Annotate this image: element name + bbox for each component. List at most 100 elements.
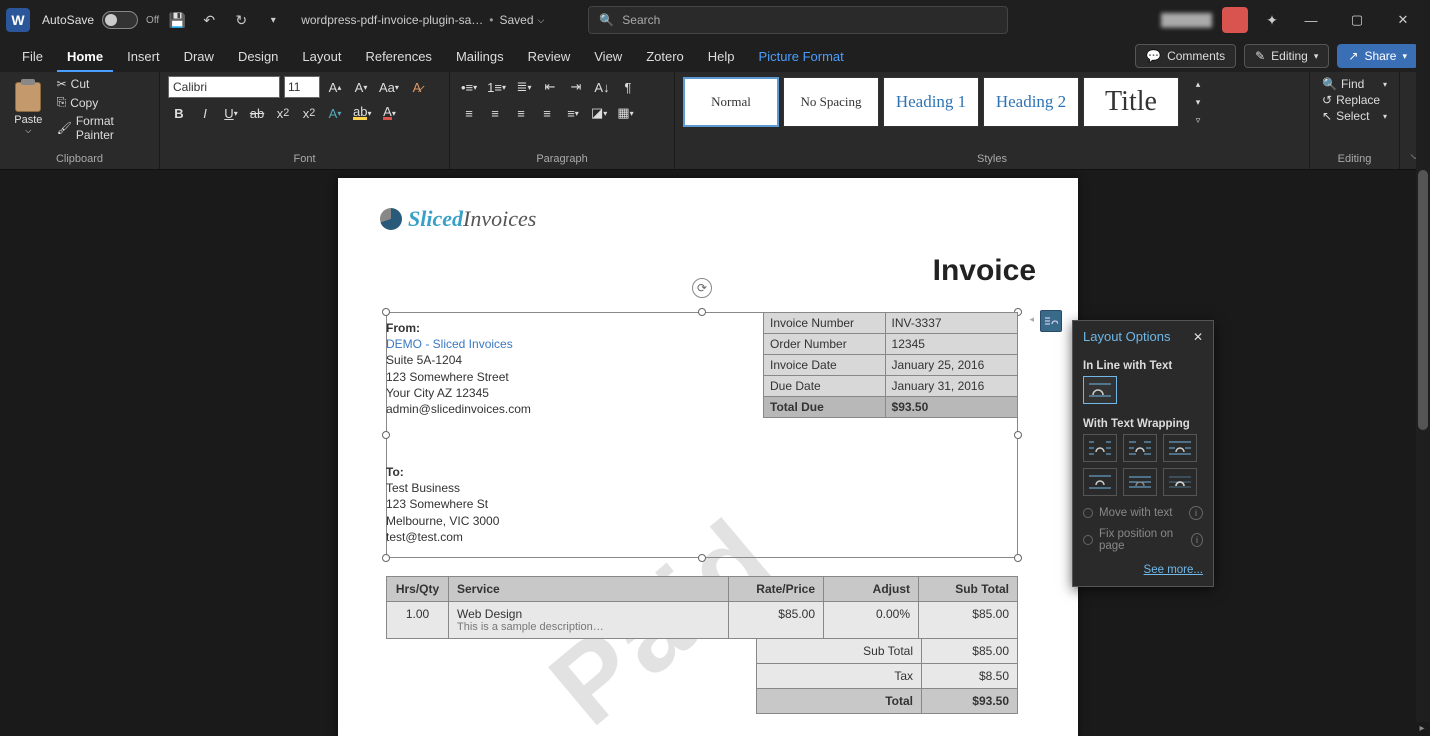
close-button[interactable]: ✕ (1382, 2, 1424, 38)
wrap-behind[interactable] (1123, 468, 1157, 496)
comments-button[interactable]: 💬 Comments (1135, 44, 1236, 68)
wrap-tight[interactable] (1123, 434, 1157, 462)
align-right-button[interactable]: ≡ (510, 102, 532, 124)
replace-button[interactable]: ↺Replace (1318, 92, 1391, 108)
save-icon[interactable]: 💾 (163, 6, 191, 34)
saved-status[interactable]: Saved⌵ (499, 13, 544, 27)
highlight-button[interactable]: ab▾ (350, 102, 374, 124)
tab-review[interactable]: Review (518, 43, 581, 72)
tab-mailings[interactable]: Mailings (446, 43, 514, 72)
text-effects-button[interactable]: A▾ (324, 102, 346, 124)
resize-handle[interactable] (382, 308, 390, 316)
wrap-inline[interactable] (1083, 376, 1117, 404)
info-icon[interactable]: i (1191, 533, 1203, 547)
copy-button[interactable]: ⎘Copy (53, 94, 151, 111)
tab-file[interactable]: File (12, 43, 53, 72)
resize-handle[interactable] (1014, 431, 1022, 439)
resize-handle[interactable] (698, 308, 706, 316)
avatar[interactable] (1222, 7, 1248, 33)
style-heading2[interactable]: Heading 2 (983, 77, 1079, 127)
vertical-scrollbar[interactable] (1416, 40, 1430, 722)
shading-button[interactable]: ◪▾ (588, 102, 610, 124)
decrease-indent-button[interactable]: ⇤ (539, 76, 561, 98)
share-button[interactable]: ↗ Share ▾ (1337, 44, 1418, 68)
subscript-button[interactable]: x2 (272, 102, 294, 124)
shrink-font-button[interactable]: A▾ (350, 76, 372, 98)
justify-button[interactable]: ≡ (536, 102, 558, 124)
find-button[interactable]: 🔍Find▾ (1318, 76, 1391, 92)
style-heading1[interactable]: Heading 1 (883, 77, 979, 127)
styles-expand[interactable]: ▿ (1187, 112, 1209, 128)
wrap-square[interactable] (1083, 434, 1117, 462)
user-name[interactable]: ██████ (1161, 13, 1212, 27)
wrap-through[interactable] (1163, 434, 1197, 462)
paste-button[interactable]: Paste ⌵ (8, 76, 49, 142)
redo-icon[interactable]: ↻ (227, 6, 255, 34)
scrollbar-thumb[interactable] (1418, 170, 1428, 430)
styles-scroll-up[interactable]: ▴ (1187, 76, 1209, 92)
tab-insert[interactable]: Insert (117, 43, 170, 72)
info-icon[interactable]: i (1189, 506, 1203, 520)
resize-handle[interactable] (382, 554, 390, 562)
minimize-button[interactable]: — (1290, 2, 1332, 38)
superscript-button[interactable]: x2 (298, 102, 320, 124)
close-icon[interactable]: ✕ (1193, 330, 1203, 344)
resize-handle[interactable] (382, 431, 390, 439)
tab-references[interactable]: References (355, 43, 441, 72)
grow-font-button[interactable]: A▴ (324, 76, 346, 98)
align-left-button[interactable]: ≡ (458, 102, 480, 124)
sort-button[interactable]: A↓ (591, 76, 613, 98)
font-name-select[interactable] (168, 76, 280, 98)
underline-button[interactable]: U▾ (220, 102, 242, 124)
strikethrough-button[interactable]: ab (246, 102, 268, 124)
numbering-button[interactable]: 1≡▾ (484, 76, 509, 98)
maximize-button[interactable]: ▢ (1336, 2, 1378, 38)
select-button[interactable]: ↖Select▾ (1318, 108, 1391, 124)
selected-picture[interactable]: ⟳ ◂ Invoice NumberINV-3337 Order Number1… (386, 312, 1018, 558)
styles-gallery[interactable]: Normal No Spacing Heading 1 Heading 2 Ti… (683, 76, 1301, 128)
see-more-link[interactable]: See more... (1144, 564, 1203, 576)
wrap-front[interactable] (1163, 468, 1197, 496)
font-size-select[interactable] (284, 76, 320, 98)
show-marks-button[interactable]: ¶ (617, 76, 639, 98)
wrap-top-bottom[interactable] (1083, 468, 1117, 496)
resize-handle[interactable] (1014, 554, 1022, 562)
tab-layout[interactable]: Layout (292, 43, 351, 72)
style-no-spacing[interactable]: No Spacing (783, 77, 879, 127)
tab-design[interactable]: Design (228, 43, 288, 72)
rotate-handle[interactable]: ⟳ (692, 278, 712, 298)
undo-icon[interactable]: ↶ (195, 6, 223, 34)
resize-handle[interactable] (698, 554, 706, 562)
tab-home[interactable]: Home (57, 43, 113, 72)
tab-zotero[interactable]: Zotero (636, 43, 694, 72)
bold-button[interactable]: B (168, 102, 190, 124)
increase-indent-button[interactable]: ⇥ (565, 76, 587, 98)
bullets-button[interactable]: •≡▾ (458, 76, 480, 98)
line-spacing-button[interactable]: ≡▾ (562, 102, 584, 124)
align-center-button[interactable]: ≡ (484, 102, 506, 124)
switch-icon[interactable] (102, 11, 138, 29)
cut-button[interactable]: ✂Cut (53, 76, 151, 92)
autosave-toggle[interactable]: AutoSave Off (42, 11, 159, 29)
tab-view[interactable]: View (584, 43, 632, 72)
clear-formatting-button[interactable]: A̷ (406, 76, 428, 98)
font-color-button[interactable]: A▾ (378, 102, 400, 124)
multilevel-list-button[interactable]: ≣▾ (513, 76, 535, 98)
change-case-button[interactable]: Aa▾ (376, 76, 402, 98)
tab-help[interactable]: Help (698, 43, 745, 72)
document-title[interactable]: wordpress-pdf-invoice-plugin-sa… • Saved… (301, 13, 544, 27)
tab-draw[interactable]: Draw (174, 43, 224, 72)
styles-scroll-down[interactable]: ▾ (1187, 94, 1209, 110)
layout-options-button[interactable] (1040, 310, 1062, 332)
style-title[interactable]: Title (1083, 77, 1179, 127)
wrap-header: With Text Wrapping (1073, 410, 1213, 434)
style-normal[interactable]: Normal (683, 77, 779, 127)
coming-soon-icon[interactable]: ✦ (1258, 6, 1286, 34)
borders-button[interactable]: ▦▾ (614, 102, 636, 124)
italic-button[interactable]: I (194, 102, 216, 124)
qat-customize-icon[interactable]: ▾ (259, 6, 287, 34)
format-painter-button[interactable]: 🖌Format Painter (53, 113, 151, 143)
search-input[interactable]: 🔍 Search (588, 6, 1008, 34)
editing-mode-button[interactable]: ✎ Editing ▾ (1244, 44, 1329, 68)
tab-picture-format[interactable]: Picture Format (749, 43, 854, 72)
